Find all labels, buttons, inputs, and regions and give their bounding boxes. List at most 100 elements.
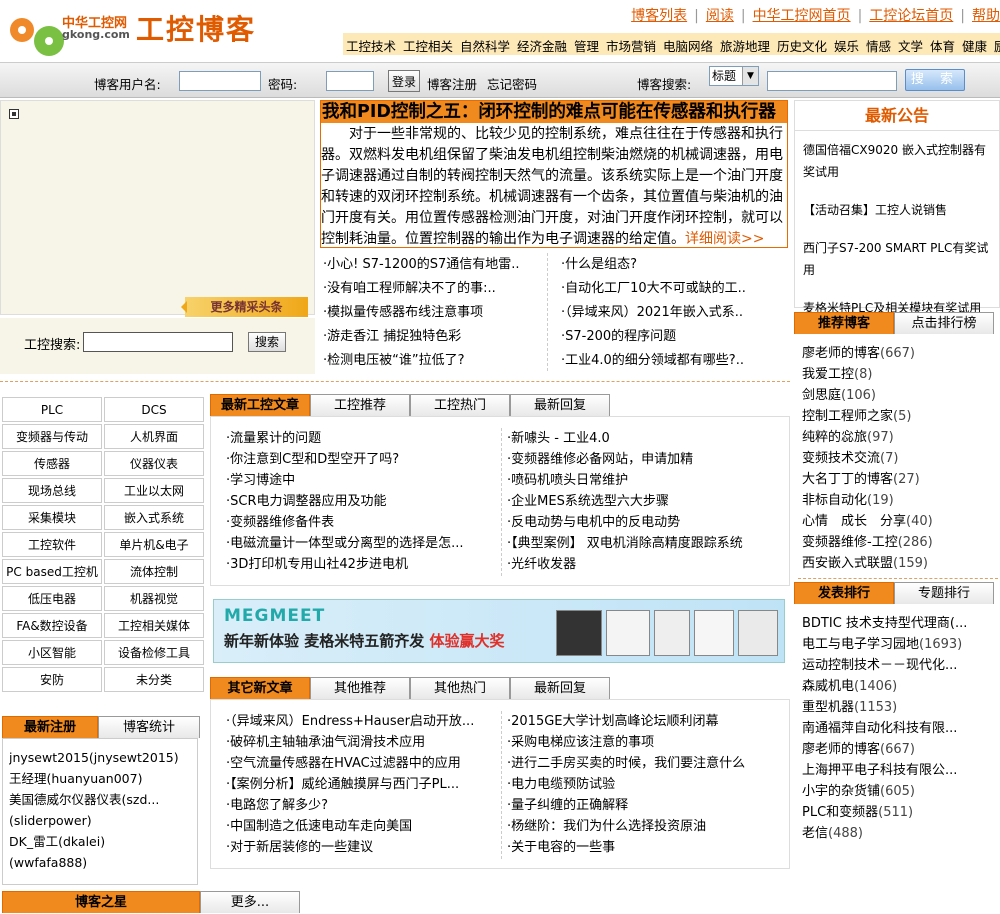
tab-topic-ranking[interactable]: 专题排行 xyxy=(894,582,994,604)
list-item[interactable]: ·喷码机喷头日常维护 xyxy=(507,470,787,491)
link-help[interactable]: 帮助 xyxy=(972,8,1000,24)
list-item[interactable]: ·你注意到C型和D型空开了吗? xyxy=(226,449,494,470)
cat-link[interactable]: 体育 xyxy=(930,39,955,54)
category-cell[interactable]: 单片机&电子 xyxy=(104,532,204,557)
category-cell[interactable]: 工业以太网 xyxy=(104,478,204,503)
gkong-search-input[interactable] xyxy=(83,332,233,352)
list-item[interactable]: ·关于电容的一些事 xyxy=(507,837,787,858)
cat-link[interactable]: 市场营销 xyxy=(606,39,656,54)
list-item[interactable]: jnysewt2015(jnysewt2015) xyxy=(9,747,197,768)
category-cell[interactable]: 未分类 xyxy=(104,667,204,692)
site-logo[interactable]: 中华工控网 gkong.com 工控博客 xyxy=(8,6,258,56)
read-more-link[interactable]: 详细阅读>> xyxy=(685,231,764,247)
cat-link[interactable]: 健康 xyxy=(962,39,987,54)
category-cell[interactable]: 现场总线 xyxy=(2,478,102,503)
cat-link[interactable]: 励志 xyxy=(994,39,1000,54)
cat-link[interactable]: 情感 xyxy=(866,39,891,54)
list-item[interactable]: 廖老师的博客(667) xyxy=(802,739,997,760)
blog-search-button[interactable]: 搜 索 xyxy=(905,69,965,91)
tab-new-registrations[interactable]: 最新注册 xyxy=(2,716,98,738)
cat-link[interactable]: 文学 xyxy=(898,39,923,54)
cat-link[interactable]: 管理 xyxy=(574,39,599,54)
category-cell[interactable]: 采集模块 xyxy=(2,505,102,530)
password-input[interactable] xyxy=(326,71,374,91)
tab-publish-ranking[interactable]: 发表排行 xyxy=(794,582,894,604)
list-item[interactable]: ·新噱头 - 工业4.0 xyxy=(507,428,787,449)
list-item[interactable]: PLC和变频器(511) xyxy=(802,802,997,823)
gkong-search-button[interactable]: 搜索 xyxy=(248,332,286,352)
list-item[interactable]: ·变频器维修备件表 xyxy=(226,512,494,533)
category-cell[interactable]: 机器视觉 xyxy=(104,586,204,611)
cat-link[interactable]: 经济金融 xyxy=(517,39,567,54)
category-cell[interactable]: PC based工控机 xyxy=(2,559,102,584)
more-headlines-button[interactable]: 更多精采头条 xyxy=(181,297,308,317)
tab-latest-replies[interactable]: 最新回复 xyxy=(510,394,610,416)
list-item[interactable]: ·破碎机主轴轴承油气润滑技术应用 xyxy=(226,732,494,753)
list-item[interactable]: ·采购电梯应该注意的事项 xyxy=(507,732,787,753)
list-item[interactable]: 变频器维修-工控(286) xyxy=(802,532,997,553)
tab-blog-stats[interactable]: 博客统计 xyxy=(98,716,200,738)
category-cell[interactable]: PLC xyxy=(2,397,102,422)
list-item[interactable]: ·企业MES系统选型六大步骤 xyxy=(507,491,787,512)
list-item[interactable]: ·3D打印机专用山社42步进电机 xyxy=(226,554,494,575)
category-cell[interactable]: 变频器与传动 xyxy=(2,424,102,449)
cat-link[interactable]: 旅游地理 xyxy=(720,39,770,54)
forgot-password-link[interactable]: 忘记密码 xyxy=(487,74,537,93)
category-cell[interactable]: 低压电器 xyxy=(2,586,102,611)
tab-other-new[interactable]: 其它新文章 xyxy=(210,677,310,699)
list-item[interactable]: ·游走香江 捕捉独特色彩 xyxy=(323,325,541,349)
category-cell[interactable]: 仪器仪表 xyxy=(104,451,204,476)
announcement-item[interactable]: 德国倍福CX9020 嵌入式控制器有奖试用 xyxy=(803,139,993,183)
list-item[interactable]: ·（异域来风）2021年嵌入式系.. xyxy=(561,301,793,325)
list-item[interactable]: 控制工程师之家(5) xyxy=(802,406,997,427)
link-gkong-home[interactable]: 中华工控网首页 xyxy=(753,8,851,24)
list-item[interactable]: ·没有咱工程师解决不了的事:.. xyxy=(323,277,541,301)
list-item[interactable]: ·2015GE大学计划高峰论坛顺利闭幕 xyxy=(507,711,787,732)
list-item[interactable]: 南通福萍自动化科技有限... xyxy=(802,718,997,739)
list-item[interactable]: ·什么是组态? xyxy=(561,253,793,277)
list-item[interactable]: DK_雷工(dkalei) xyxy=(9,831,197,852)
blog-search-input[interactable] xyxy=(767,71,897,91)
megmeet-banner[interactable]: MEGMEET 新年新体验 麦格米特五箭齐发 体验赢大奖 xyxy=(213,599,785,663)
link-forum-home[interactable]: 工控论坛首页 xyxy=(869,8,953,24)
cat-link[interactable]: 工控技术 xyxy=(346,39,396,54)
tab-latest-articles[interactable]: 最新工控文章 xyxy=(210,394,310,416)
list-item[interactable]: ·SCR电力调整器应用及功能 xyxy=(226,491,494,512)
tab-more[interactable]: 更多... xyxy=(200,891,300,913)
link-blog-list[interactable]: 博客列表 xyxy=(631,8,687,24)
list-item[interactable]: ·对于新居装修的一些建议 xyxy=(226,837,494,858)
list-item[interactable]: 小宇的杂货铺(605) xyxy=(802,781,997,802)
flash-control-icon[interactable] xyxy=(9,109,19,119)
tab-click-ranking[interactable]: 点击排行榜 xyxy=(894,312,994,334)
list-item[interactable]: 剑思庭(106) xyxy=(802,385,997,406)
list-item[interactable]: 重型机器(1153) xyxy=(802,697,997,718)
list-item[interactable]: ·流量累计的问题 xyxy=(226,428,494,449)
list-item[interactable]: 廖老师的博客(667) xyxy=(802,343,997,364)
list-item[interactable]: ·电磁流量计一体型或分离型的选择是怎... xyxy=(226,533,494,554)
list-item[interactable]: ·【案例分析】威纶通触摸屏与西门子PL... xyxy=(226,774,494,795)
list-item[interactable]: (sliderpower) xyxy=(9,810,197,831)
cat-link[interactable]: 工控相关 xyxy=(403,39,453,54)
list-item[interactable]: 非标自动化(19) xyxy=(802,490,997,511)
cat-link[interactable]: 娱乐 xyxy=(834,39,859,54)
cat-link[interactable]: 历史文化 xyxy=(777,39,827,54)
list-item[interactable]: 纯粹的惢旅(97) xyxy=(802,427,997,448)
list-item[interactable]: 王经理(huanyuan007) xyxy=(9,768,197,789)
list-item[interactable]: ·【典型案例】 双电机消除高精度跟踪系统 xyxy=(507,533,787,554)
tab-blog-stars[interactable]: 博客之星 xyxy=(2,891,200,913)
announcement-item[interactable]: 【活动召集】工控人说销售 xyxy=(803,199,993,221)
list-item[interactable]: ·检测电压被“谁”拉低了? xyxy=(323,349,541,373)
list-item[interactable]: ·量子纠缠的正确解释 xyxy=(507,795,787,816)
list-item[interactable]: ·S7-200的程序问题 xyxy=(561,325,793,349)
tab-other-replies[interactable]: 最新回复 xyxy=(510,677,610,699)
list-item[interactable]: ·小心! S7-1200的S7通信有地雷.. xyxy=(323,253,541,277)
username-input[interactable] xyxy=(179,71,261,91)
login-button[interactable]: 登录 xyxy=(388,70,421,92)
category-cell[interactable]: 小区智能 xyxy=(2,640,102,665)
list-item[interactable]: ·（异域来风）Endress+Hauser启动开放... xyxy=(226,711,494,732)
list-item[interactable]: ·工业4.0的细分领域都有哪些?.. xyxy=(561,349,793,373)
announcement-item[interactable]: 西门子S7-200 SMART PLC有奖试用 xyxy=(803,237,993,281)
list-item[interactable]: 上海押平电子科技有限公... xyxy=(802,760,997,781)
category-cell[interactable]: 设备检修工具 xyxy=(104,640,204,665)
list-item[interactable]: ·空气流量传感器在HVAC过滤器中的应用 xyxy=(226,753,494,774)
